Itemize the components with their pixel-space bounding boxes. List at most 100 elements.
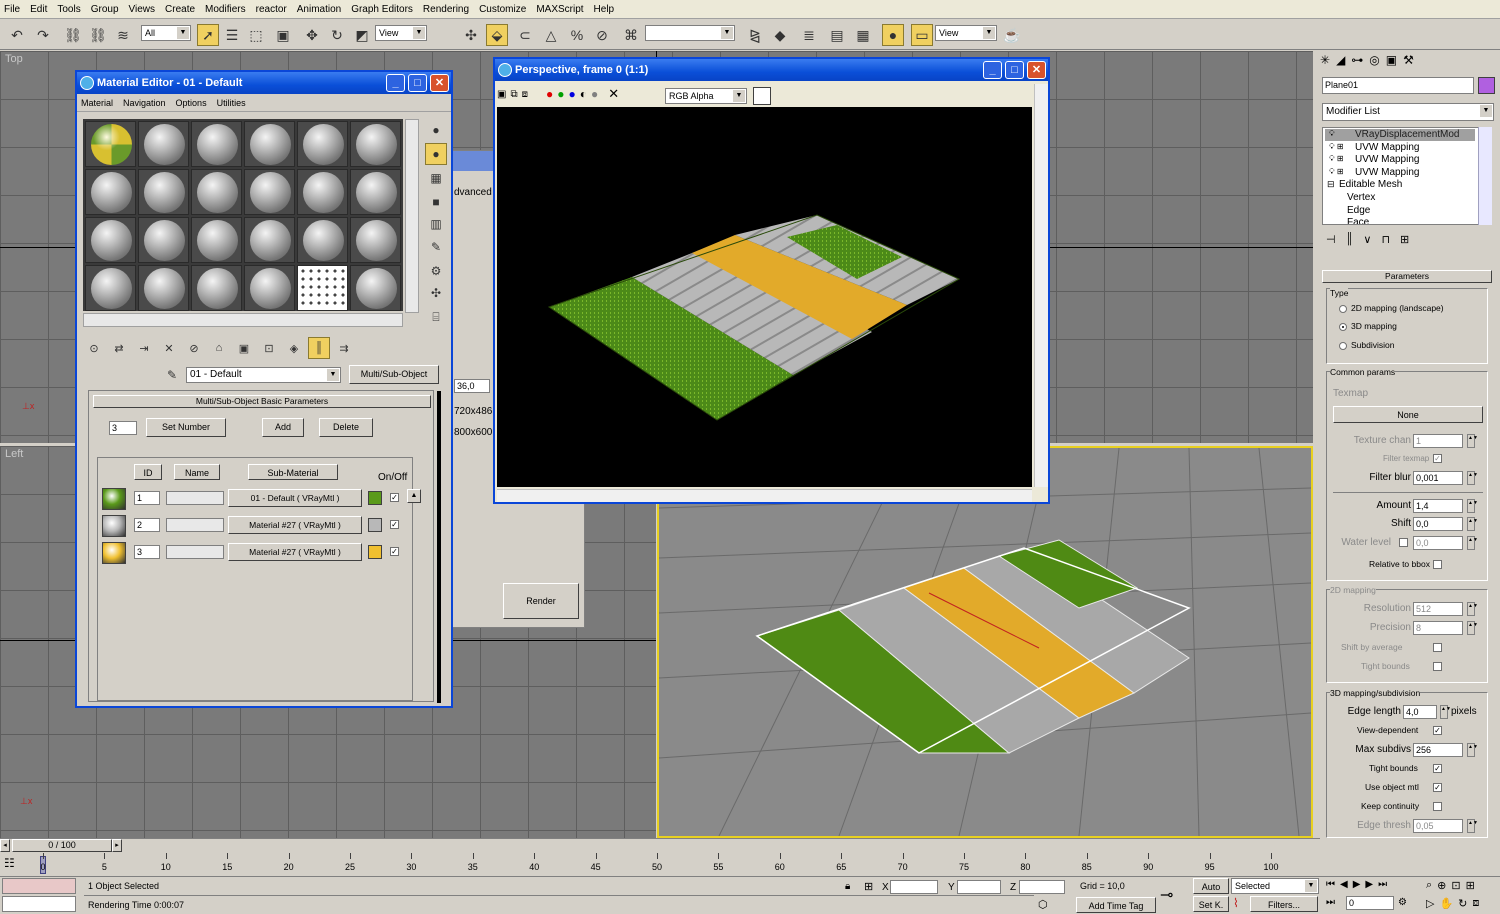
tight-bounds2-checkbox[interactable]: ✓ bbox=[1433, 764, 1442, 773]
sample-slot[interactable] bbox=[138, 217, 189, 263]
shift-spinner[interactable]: ▲▼ bbox=[1467, 517, 1478, 531]
render-scene-icon[interactable]: ▭ bbox=[911, 24, 933, 46]
parameters-rollout-header[interactable]: Parameters bbox=[1322, 270, 1492, 283]
max-subdivs-spinner[interactable]: ▲▼ bbox=[1467, 743, 1478, 757]
sub-material-on-checkbox[interactable]: ✓ bbox=[390, 520, 399, 529]
menu-item-help[interactable]: Help bbox=[594, 4, 615, 15]
window-crossing-icon[interactable]: ▣ bbox=[272, 24, 294, 46]
menu-item-customize[interactable]: Customize bbox=[479, 4, 526, 15]
mono-icon[interactable]: ● bbox=[591, 87, 598, 101]
water-level-checkbox[interactable] bbox=[1399, 538, 1408, 547]
edge-length-field[interactable]: 4,0 bbox=[1403, 705, 1437, 719]
named-sets-icon[interactable]: ⌘ bbox=[620, 24, 642, 46]
delete-button[interactable]: Delete bbox=[319, 418, 373, 437]
sub-material-color-swatch[interactable] bbox=[368, 545, 382, 559]
key-filters-button[interactable]: Filters... bbox=[1250, 896, 1318, 912]
render-preset-2[interactable]: 800x600 bbox=[454, 427, 492, 438]
material-name-field[interactable]: 01 - Default bbox=[186, 367, 341, 383]
menu-item-group[interactable]: Group bbox=[91, 4, 119, 15]
move-icon[interactable]: ✥ bbox=[301, 24, 323, 46]
sub-material-color-swatch[interactable] bbox=[368, 491, 382, 505]
sub-object-level-item[interactable]: Edge bbox=[1325, 205, 1370, 217]
y-coord-field[interactable] bbox=[957, 880, 1001, 894]
slot-hscrollbar[interactable] bbox=[83, 313, 403, 327]
get-material-icon[interactable]: ⊙ bbox=[83, 337, 105, 359]
utilities-tab-icon[interactable]: ⚒ bbox=[1403, 53, 1414, 73]
reset-icon[interactable]: ✕ bbox=[158, 337, 180, 359]
texture-chan-spinner[interactable]: ▲▼ bbox=[1467, 434, 1478, 448]
shift-field[interactable]: 0,0 bbox=[1413, 517, 1463, 531]
link-icon[interactable]: ⛓ bbox=[62, 24, 84, 46]
bind-space-warp-icon[interactable]: ≋ bbox=[112, 24, 134, 46]
prev-key-icon[interactable]: ◀ bbox=[1340, 879, 1348, 890]
frame-titlebar[interactable]: Perspective, frame 0 (1:1) _ □ ✕ bbox=[495, 59, 1048, 81]
go-to-start-icon[interactable]: ⏮ bbox=[1326, 879, 1335, 890]
sample-slot[interactable] bbox=[350, 169, 401, 215]
show-end-result-icon[interactable]: ║ bbox=[1346, 233, 1354, 246]
sample-slot[interactable] bbox=[297, 169, 348, 215]
modifier-stack-item[interactable]: Editable Mesh bbox=[1325, 179, 1402, 191]
clone-window-icon[interactable]: ⧈ bbox=[522, 89, 528, 100]
clear-icon[interactable]: ✕ bbox=[608, 86, 619, 102]
rotate-icon[interactable]: ↻ bbox=[326, 24, 348, 46]
menu-item-rendering[interactable]: Rendering bbox=[423, 4, 469, 15]
zoom-icon[interactable]: ⌕ bbox=[1426, 879, 1432, 892]
minimize-icon[interactable]: _ bbox=[386, 74, 405, 92]
show-map-icon[interactable]: ⊡ bbox=[258, 337, 280, 359]
resolution-field[interactable]: 512 bbox=[1413, 602, 1463, 616]
orbit-icon[interactable]: ↻ bbox=[1458, 897, 1467, 910]
material-editor-icon[interactable]: ● bbox=[882, 24, 904, 46]
sample-slot[interactable] bbox=[191, 217, 242, 263]
texture-chan-field[interactable]: 1 bbox=[1413, 434, 1463, 448]
curve-editor-icon[interactable]: ▤ bbox=[826, 24, 848, 46]
add-button[interactable]: Add bbox=[262, 418, 304, 437]
rollout-header[interactable]: Multi/Sub-Object Basic Parameters bbox=[93, 395, 431, 408]
sample-slot[interactable] bbox=[191, 169, 242, 215]
perspective-viewport[interactable] bbox=[657, 446, 1313, 838]
motion-tab-icon[interactable]: ◎ bbox=[1369, 53, 1379, 73]
configure-sets-icon[interactable]: ⊞ bbox=[1400, 233, 1409, 246]
render-preset-1[interactable]: 720x486 bbox=[454, 406, 492, 417]
rect-selection-icon[interactable]: ⬚ bbox=[245, 24, 267, 46]
water-level-field[interactable]: 0,0 bbox=[1413, 536, 1463, 550]
edge-thresh-spinner[interactable]: ▲▼ bbox=[1467, 819, 1478, 833]
filter-blur-spinner[interactable]: ▲▼ bbox=[1467, 471, 1478, 485]
x-coord-field[interactable] bbox=[890, 880, 938, 894]
menu-item-tools[interactable]: Tools bbox=[57, 4, 80, 15]
keep-continuity-checkbox[interactable] bbox=[1433, 802, 1442, 811]
sub-material-id-field[interactable]: 2 bbox=[134, 518, 160, 532]
sample-slot[interactable] bbox=[191, 121, 242, 167]
sub-material-button[interactable]: Material #27 ( VRayMtl ) bbox=[228, 543, 362, 561]
set-number-button[interactable]: Set Number bbox=[146, 418, 226, 437]
zoom-all-icon[interactable]: ⊕ bbox=[1437, 879, 1446, 892]
material-count-field[interactable]: 3 bbox=[109, 421, 137, 435]
cube-icon[interactable]: ⬡ bbox=[1038, 898, 1048, 911]
make-preview-icon[interactable]: ✎ bbox=[425, 236, 447, 258]
use-object-mtl-checkbox[interactable]: ✓ bbox=[1433, 783, 1442, 792]
menu-item-animation[interactable]: Animation bbox=[297, 4, 341, 15]
sample-slot[interactable] bbox=[244, 217, 295, 263]
sample-slot[interactable] bbox=[297, 121, 348, 167]
put-to-library-icon[interactable]: ⌂ bbox=[208, 337, 230, 359]
next-key-icon[interactable]: ▶ bbox=[1365, 879, 1373, 890]
track-bar[interactable]: ☷ 0 5 10 15 20 25 30 35 40 45 50 55 60 65 70 75 80 85 90 95… bbox=[0, 853, 1320, 875]
pin-stack-icon[interactable]: ⊣ bbox=[1326, 233, 1336, 246]
ref-coord-dropdown[interactable]: View bbox=[375, 25, 427, 41]
make-unique-icon[interactable]: ∨ bbox=[1363, 233, 1371, 246]
sub-material-preview[interactable] bbox=[102, 488, 126, 510]
close-icon[interactable]: ✕ bbox=[430, 74, 449, 92]
sample-slot[interactable] bbox=[350, 217, 401, 263]
close-icon[interactable]: ✕ bbox=[1027, 61, 1046, 79]
green-channel-icon[interactable]: ● bbox=[557, 87, 564, 101]
tight-bounds-checkbox[interactable] bbox=[1433, 662, 1442, 671]
sample-slot[interactable] bbox=[138, 169, 189, 215]
menu-item-reactor[interactable]: reactor bbox=[256, 4, 287, 15]
max-subdivs-field[interactable]: 256 bbox=[1413, 743, 1463, 757]
zoom-extents-icon[interactable]: ⊡ bbox=[1451, 879, 1460, 892]
menu-item-graph-editors[interactable]: Graph Editors bbox=[351, 4, 413, 15]
scale-icon[interactable]: ◩ bbox=[351, 24, 373, 46]
blue-channel-icon[interactable]: ● bbox=[568, 87, 575, 101]
me-menu-utilities[interactable]: Utilities bbox=[217, 98, 246, 108]
save-bitmap-icon[interactable]: ▣ bbox=[497, 89, 506, 100]
menu-item-views[interactable]: Views bbox=[129, 4, 156, 15]
